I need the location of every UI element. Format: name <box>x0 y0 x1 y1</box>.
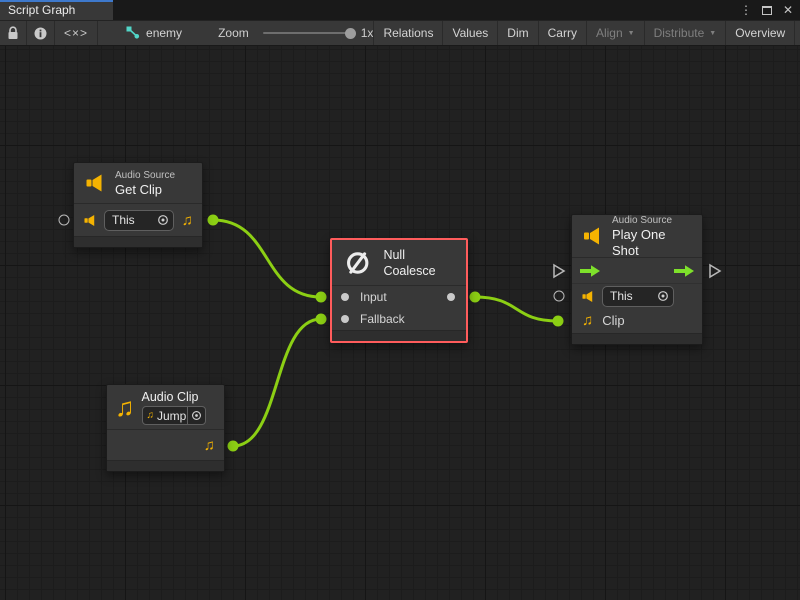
node-play-one-shot[interactable]: Audio Source Play One Shot <box>571 214 703 345</box>
music-note-icon: ♫ <box>204 438 215 453</box>
node-audio-clip[interactable]: ♫ Audio Clip ♫ Jump ♫ <box>106 384 225 472</box>
carry-button[interactable]: Carry <box>539 21 587 45</box>
code-view-button[interactable]: <×> <box>55 21 98 45</box>
object-picker-icon[interactable] <box>187 407 205 424</box>
close-icon[interactable]: ✕ <box>780 2 796 18</box>
node-title: Play One Shot <box>612 227 692 259</box>
music-note-icon: ♫ <box>147 411 155 421</box>
target-port[interactable] <box>554 291 565 302</box>
audio-source-icon <box>84 173 106 193</box>
titlebar: Script Graph ⋮ ✕ <box>0 0 800 20</box>
zoom-slider[interactable] <box>263 32 351 34</box>
zoom-slider-handle[interactable] <box>345 28 356 39</box>
music-note-icon: ♫ <box>182 213 193 228</box>
breadcrumb[interactable]: enemy <box>116 21 192 45</box>
chevron-down-icon: ▼ <box>628 30 635 37</box>
lock-icon <box>7 26 19 40</box>
tab-script-graph[interactable]: Script Graph <box>0 0 113 20</box>
node-null-coalesce[interactable]: Null Coalesce Input Fallback <box>330 238 468 343</box>
tab-title: Script Graph <box>8 3 75 17</box>
breadcrumb-label: enemy <box>146 26 182 40</box>
values-button[interactable]: Values <box>443 21 498 45</box>
node-title: Get Clip <box>115 182 175 198</box>
music-note-icon: ♫ <box>115 394 135 420</box>
relations-button[interactable]: Relations <box>373 21 443 45</box>
music-note-icon: ♫ <box>582 313 593 328</box>
node-get-clip[interactable]: Audio Source Get Clip This ♫ <box>73 162 203 248</box>
distribute-button[interactable]: Distribute▼ <box>645 21 727 45</box>
align-button[interactable]: Align▼ <box>587 21 645 45</box>
object-picker-icon[interactable] <box>653 290 673 302</box>
overview-button[interactable]: Overview <box>726 21 795 45</box>
fullscreen-button[interactable]: Full Screen <box>795 21 800 45</box>
zoom-value: 1x <box>361 26 374 40</box>
output-port[interactable] <box>447 293 455 301</box>
zoom-control: Zoom 1x <box>218 21 373 45</box>
dim-button[interactable]: Dim <box>498 21 538 45</box>
info-button[interactable] <box>27 21 55 45</box>
audio-source-icon <box>582 226 603 246</box>
null-icon <box>344 248 371 278</box>
object-picker-icon[interactable] <box>153 214 173 226</box>
code-icon: <×> <box>64 26 88 40</box>
flow-output-port[interactable] <box>709 264 722 279</box>
graph-icon <box>126 26 140 40</box>
lock-button[interactable] <box>0 21 27 45</box>
node-subtitle: Audio Source <box>612 214 692 227</box>
node-subtitle: Audio Source <box>115 169 175 182</box>
maximize-icon[interactable] <box>759 2 775 18</box>
target-field[interactable]: This <box>602 286 674 307</box>
clip-field[interactable]: ♫ Jump <box>142 406 206 425</box>
audio-source-icon <box>83 214 97 227</box>
toolbar: <×> enemy Zoom 1x Relations Values Dim C… <box>0 20 800 46</box>
flow-in-arrow-icon <box>579 264 601 278</box>
zoom-label: Zoom <box>218 26 249 40</box>
menu-dots-icon[interactable]: ⋮ <box>738 2 754 18</box>
toolbar-buttons: Relations Values Dim Carry Align▼ Distri… <box>373 21 800 45</box>
node-title: Audio Clip <box>142 389 206 405</box>
node-title: Null Coalesce <box>383 247 454 279</box>
flow-out-arrow-icon <box>673 264 695 278</box>
script-graph-window: Script Graph ⋮ ✕ <×> <box>0 0 800 600</box>
fallback-port[interactable] <box>341 315 349 323</box>
input-port[interactable] <box>59 215 70 226</box>
input-port[interactable] <box>341 293 349 301</box>
audio-source-icon <box>581 290 595 303</box>
flow-input-port[interactable] <box>553 264 566 279</box>
info-icon <box>34 27 47 40</box>
chevron-down-icon: ▼ <box>709 30 716 37</box>
target-field[interactable]: This <box>104 210 174 231</box>
